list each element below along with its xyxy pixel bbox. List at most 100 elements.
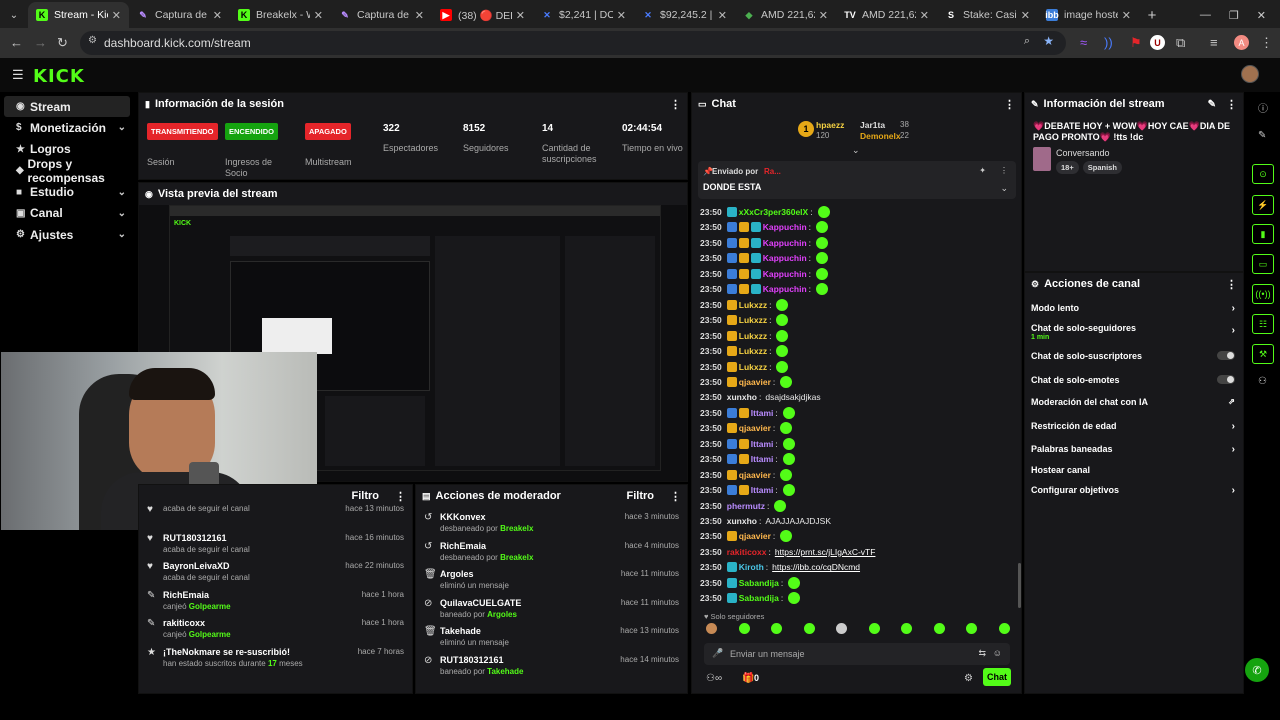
feed-row[interactable]: 🗑 Argoles eliminó un mensaje hace 11 minuto… [416,568,687,596]
chat-message[interactable]: 23:50 Lukxzz: [700,344,789,358]
chat-scrollbar[interactable] [1018,563,1021,608]
chat-message[interactable]: 23:50 phermutz: [700,499,787,513]
sidebar-item[interactable]: ■ Estudio ⌄ [4,182,130,203]
feed-row[interactable]: ♥ BayronLeivaXD acaba de seguir el canal ha… [139,560,412,588]
feed-row[interactable]: 🗑 Takehade eliminó un mensaje hace 13 minut… [416,625,687,653]
feed-row[interactable]: ⊘ RUT180312161 baneado por Takehade hace 14… [416,654,687,682]
chat-username[interactable]: Ittami [751,439,774,449]
feed-row[interactable]: ✎ RichEmaia canjeó Golpearme hace 1 hora [139,589,412,617]
chat-username[interactable]: Kappuchin [763,284,807,294]
chat-message[interactable]: 23:50 Lukxzz: [700,313,789,327]
channel-action-toggle[interactable] [1217,351,1235,360]
sidebar-item[interactable]: ◉ Stream [4,96,130,117]
browser-tab[interactable]: ✎ Captura de pa ✕ [129,2,230,28]
channel-action-item[interactable]: Palabras baneadas › [1031,444,1235,455]
pencil-icon[interactable]: ✎ [1258,130,1266,141]
chat-message[interactable]: 23:50 Lukxzz: [700,329,789,343]
extension-3-icon[interactable]: ⚑ [1130,35,1142,51]
chat-message[interactable]: 23:50 Lukxzz: [700,298,789,312]
chat-username[interactable]: Lukxzz [739,300,767,310]
emote-shortcut-icon[interactable] [901,623,913,634]
chat-username[interactable]: xunxho [727,516,757,526]
pinned-menu-icon[interactable]: ⋮ [1000,166,1008,175]
tab-close-icon[interactable]: ✕ [819,9,828,22]
tab-close-icon[interactable]: ✕ [1021,9,1030,22]
reading-list-icon[interactable]: ≡ [1210,35,1218,50]
address-bar[interactable]: ⚙ dashboard.kick.com/stream ⌕ ★ [80,31,1066,55]
browser-tab[interactable]: ✕ $2,241 | DOTU ✕ [533,2,634,28]
chat-message[interactable]: 23:50 qjaavier: [700,421,793,435]
chat-username[interactable]: Lukxzz [739,362,767,372]
channel-actions-menu-icon[interactable]: ⋮ [1226,278,1237,291]
emote-shortcut-icon[interactable] [738,623,750,634]
chat-input-placeholder[interactable]: Enviar un mensaje [730,649,805,659]
chat-username[interactable]: Lukxzz [739,346,767,356]
chat-username[interactable]: qjaavier [739,531,771,541]
minimize-icon[interactable]: — [1200,9,1211,21]
chat-username[interactable]: Kappuchin [763,269,807,279]
chat-username[interactable]: Ittami [751,485,774,495]
feed-detail-highlight[interactable]: 17 [268,659,277,668]
tab-close-icon[interactable]: ✕ [112,9,121,22]
close-window-icon[interactable]: ✕ [1257,9,1266,22]
profile-avatar[interactable]: A [1234,35,1249,50]
chat-message[interactable]: 23:50 Kappuchin: [700,282,829,296]
chat-link[interactable]: https://ibb.co/cqDNcmd [772,562,860,572]
moderator-filter-button[interactable]: Filtro [627,490,655,502]
feed-detail-highlight[interactable]: Takehade [487,667,523,676]
tab-close-icon[interactable]: ✕ [920,9,929,22]
chat-message[interactable]: 23:50 qjaavier: [700,529,793,543]
channel-action-item[interactable]: Chat de solo-suscriptores [1031,351,1235,361]
sidebar-item[interactable]: ◆ Drops y recompensas [4,157,130,185]
pinned-message[interactable]: 📌 Enviado por Ra... DONDE ESTA ✦ ⋮ ⌄ [698,161,1016,199]
emote-shortcut-icon[interactable] [771,623,783,634]
feed-row[interactable]: ♥ RUT180312161 acaba de seguir el canal hac… [139,532,412,560]
support-chat-button[interactable]: ✆ [1245,658,1269,682]
tab-close-icon[interactable]: ✕ [617,9,626,22]
feed-row[interactable]: ↺ KKKonvex desbaneado por Breakelx hace 3 m… [416,511,687,539]
moderator-menu-icon[interactable]: ⋮ [670,490,681,503]
chat-message[interactable]: 23:50 Kappuchin: [700,220,829,234]
tab-close-icon[interactable]: ✕ [213,9,222,22]
feed-detail-highlight[interactable]: Argoles [487,610,517,619]
chat-message[interactable]: 23:50 xunxho: AJAJJAJAJDJSK [700,514,831,528]
chat-username[interactable]: Ittami [751,408,774,418]
expand-top-icon[interactable]: ⌄ [852,145,860,156]
chat-username[interactable]: Lukxzz [739,331,767,341]
chat-message[interactable]: 23:50 xXxCr3per360elX: [700,205,830,219]
tab-search-button[interactable]: ⌄ [0,2,28,28]
chat-settings-icon[interactable]: ⚙ [964,673,973,684]
chat-message[interactable]: 23:50 Sabandija: [700,591,801,605]
pinned-expand-icon[interactable]: ⌄ [1000,183,1008,194]
sidebar-item[interactable]: ⚙ Ajustes ⌄ [4,224,130,245]
extensions-puzzle-icon[interactable]: ⧉ [1176,35,1185,51]
tab-close-icon[interactable]: ✕ [314,9,323,22]
extension-2-icon[interactable]: )) [1104,35,1113,50]
top-user-1[interactable]: hpaezz [816,120,844,130]
category-name[interactable]: Conversando [1056,148,1110,158]
feed-detail-highlight[interactable]: Breakelx [500,524,533,533]
sidebar-item[interactable]: ▣ Canal ⌄ [4,203,130,224]
chat-message[interactable]: 23:50 Lukxzz: [700,360,789,374]
chat-username[interactable]: rakiticoxx [727,547,767,557]
gift-icon[interactable]: 🎁 [742,673,754,684]
mic-icon[interactable]: 🎤 [712,648,723,659]
chat-username[interactable]: Kappuchin [763,222,807,232]
chat-input[interactable]: 🎤 Enviar un mensaje ⇆ ☺ [704,643,1010,665]
browser-tab[interactable]: K Stream - Kick D ✕ [28,2,129,28]
extension-1-icon[interactable]: ≈ [1080,35,1087,50]
translate-icon[interactable]: ⇆ [978,648,986,659]
chat-username[interactable]: qjaavier [739,377,771,387]
session-menu-icon[interactable]: ⋮ [670,98,681,111]
feed-detail-highlight[interactable]: Breakelx [500,553,533,562]
emote-shortcut-icon[interactable] [803,623,815,634]
quick-action-more-icon[interactable]: ⚇ [1258,376,1267,387]
tab-close-icon[interactable]: ✕ [415,9,424,22]
channel-action-item[interactable]: Chat de solo-seguidores 1 min › [1031,323,1235,341]
chat-username[interactable]: Kappuchin [763,253,807,263]
quick-action-7[interactable]: ⚒ [1252,344,1274,364]
channel-points-icon[interactable]: ⚇∞ [706,673,722,684]
stream-tag[interactable]: Spanish [1082,161,1122,174]
emote-shortcut-icon[interactable] [998,623,1010,634]
stream-tag[interactable]: 18+ [1056,161,1079,174]
